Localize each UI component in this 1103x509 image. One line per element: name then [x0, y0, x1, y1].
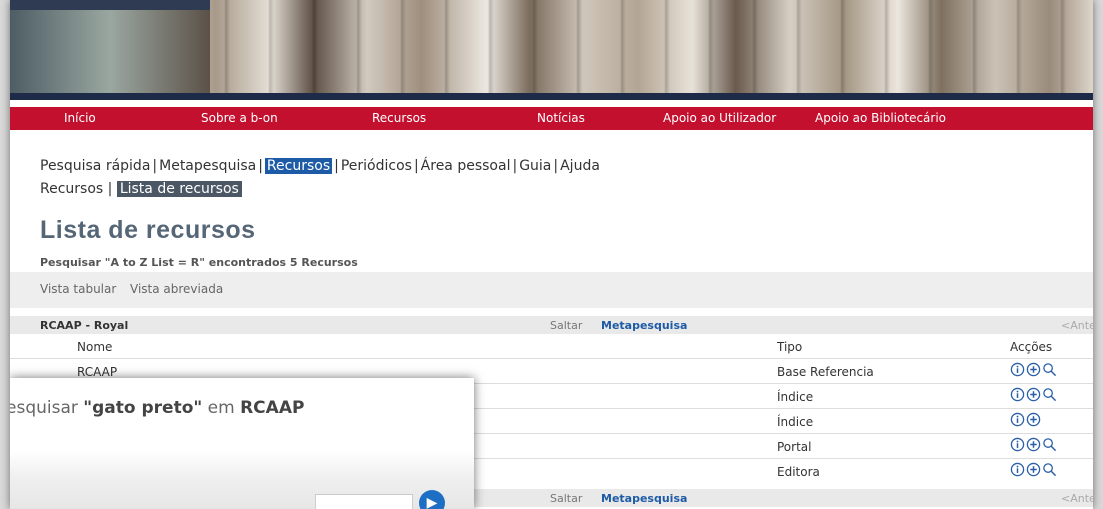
- tab-area-pessoal[interactable]: Área pessoal: [421, 158, 511, 174]
- popup-title: esquisar "gato preto" em RCAAP: [10, 398, 305, 418]
- group-header: RCAAP - Royal Saltar Metapesquisa <Anter: [10, 316, 1093, 334]
- search-icon[interactable]: [1042, 387, 1057, 402]
- tab-guia[interactable]: Guia: [519, 158, 551, 174]
- nav-item-recursos[interactable]: Recursos: [372, 111, 426, 125]
- nav-item-inicio[interactable]: Início: [64, 111, 96, 125]
- saltar-label-bottom: Saltar: [550, 492, 583, 505]
- group-name: RCAAP - Royal: [40, 319, 129, 332]
- nav-item-apoio-bibliotecario[interactable]: Apoio ao Bibliotecário: [815, 111, 946, 125]
- info-icon[interactable]: [1010, 462, 1025, 477]
- results-summary: Pesquisar "A to Z List = R" encontrados …: [40, 256, 358, 269]
- resource-type: Índice: [777, 390, 814, 404]
- tab-periodicos[interactable]: Periódicos: [341, 158, 412, 174]
- tab-metapesquisa[interactable]: Metapesquisa: [159, 158, 256, 174]
- resource-actions: [1010, 437, 1058, 452]
- browser-page: Início Sobre a b-on Recursos Notícias Ap…: [10, 0, 1093, 509]
- resource-actions: [1010, 387, 1058, 402]
- breadcrumb-recursos[interactable]: Recursos: [40, 181, 103, 197]
- search-icon[interactable]: [1042, 437, 1057, 452]
- resource-actions: [1010, 462, 1058, 477]
- resource-type: Editora: [777, 465, 820, 479]
- col-nome: Nome: [77, 340, 113, 354]
- search-icon[interactable]: [1042, 362, 1057, 377]
- add-icon[interactable]: [1026, 462, 1041, 477]
- nav-item-sobre[interactable]: Sobre a b-on: [201, 111, 278, 125]
- header-banner: [10, 0, 1093, 100]
- banner-logo-area: [10, 0, 210, 100]
- table-header: Nome Tipo Acções: [10, 340, 1093, 356]
- tab-ajuda[interactable]: Ajuda: [560, 158, 600, 174]
- breadcrumb-current: Lista de recursos: [116, 181, 242, 197]
- add-icon[interactable]: [1026, 437, 1041, 452]
- page-title: Lista de recursos: [40, 216, 256, 244]
- view-toggle-bar: Vista tabular Vista abreviada: [10, 272, 1093, 308]
- popup-search-input[interactable]: [315, 494, 413, 509]
- add-icon[interactable]: [1026, 412, 1041, 427]
- previous-link[interactable]: <Anter: [1061, 319, 1093, 332]
- view-tabular-link[interactable]: Vista tabular: [40, 282, 116, 296]
- resource-type: Índice: [777, 415, 814, 429]
- metapesquisa-link[interactable]: Metapesquisa: [601, 319, 687, 332]
- resource-name[interactable]: RCAAP: [77, 365, 117, 379]
- nav-item-apoio-utilizador[interactable]: Apoio ao Utilizador: [663, 111, 776, 125]
- col-tipo: Tipo: [777, 340, 803, 354]
- metapesquisa-link-bottom[interactable]: Metapesquisa: [601, 492, 687, 505]
- info-icon[interactable]: [1010, 412, 1025, 427]
- view-abreviada-link[interactable]: Vista abreviada: [130, 282, 223, 296]
- nav-item-noticias[interactable]: Notícias: [537, 111, 585, 125]
- popup-go-button[interactable]: ▶: [419, 490, 445, 509]
- info-icon[interactable]: [1010, 387, 1025, 402]
- resource-actions: [1010, 412, 1042, 427]
- search-popup: esquisar "gato preto" em RCAAP ▶: [10, 378, 474, 509]
- add-icon[interactable]: [1026, 362, 1041, 377]
- search-icon[interactable]: [1042, 462, 1057, 477]
- col-accoes: Acções: [1010, 340, 1053, 354]
- resource-type: Base Referencia: [777, 365, 874, 379]
- add-icon[interactable]: [1026, 387, 1041, 402]
- banner-strip: [10, 93, 1093, 100]
- resource-type: Portal: [777, 440, 812, 454]
- tab-pesquisa-rapida[interactable]: Pesquisa rápida: [40, 158, 150, 174]
- resource-actions: [1010, 362, 1058, 377]
- info-icon[interactable]: [1010, 362, 1025, 377]
- previous-link-bottom[interactable]: <Anter: [1061, 492, 1093, 505]
- saltar-label: Saltar: [550, 319, 583, 332]
- tab-recursos[interactable]: Recursos: [264, 158, 333, 174]
- main-navbar: Início Sobre a b-on Recursos Notícias Ap…: [10, 107, 1093, 130]
- sub-tabs: Pesquisa rápida | Metapesquisa | Recursos | Pe…: [40, 158, 600, 174]
- info-icon[interactable]: [1010, 437, 1025, 452]
- breadcrumb: Recursos | Lista de recursos: [40, 181, 242, 197]
